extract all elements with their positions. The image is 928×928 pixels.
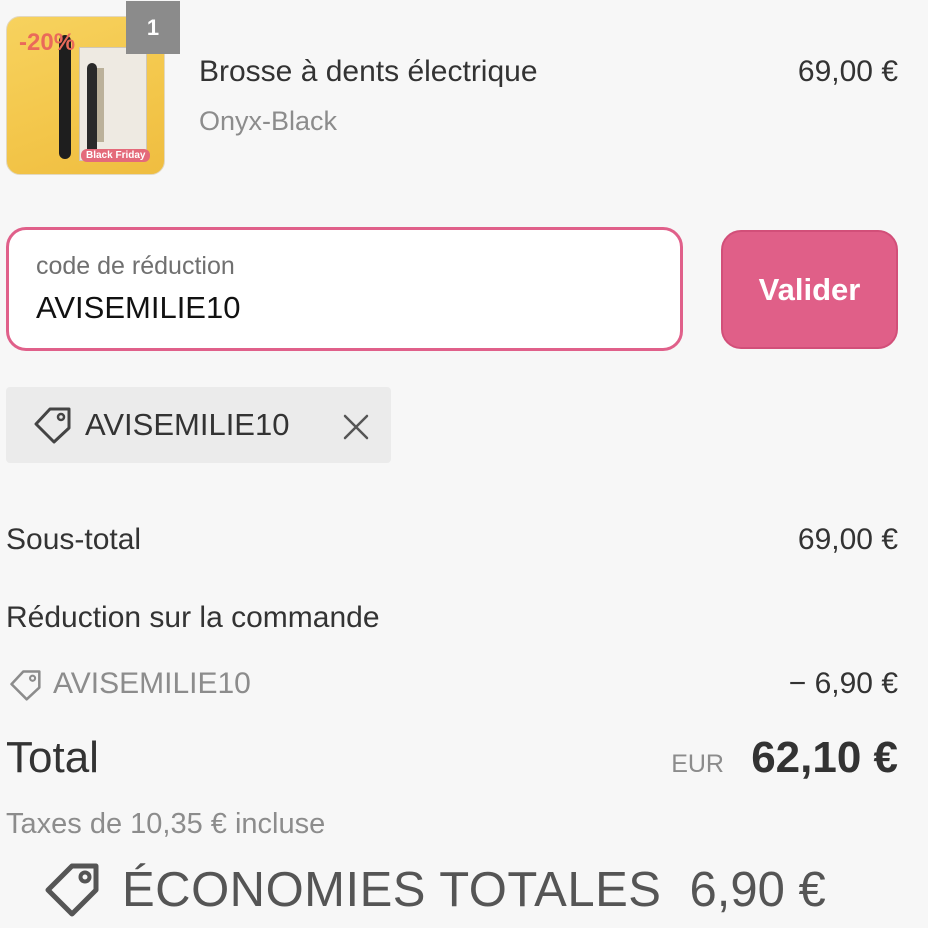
subtotal-value: 69,00 € [797,523,898,556]
black-friday-badge: Black Friday [81,149,151,162]
tag-icon [8,669,42,706]
product-price: 69,00 € [797,55,898,88]
tag-icon [32,406,72,449]
product-variant: Onyx-Black [199,106,338,136]
discount-code-label: code de réduction [36,252,235,280]
order-reduction-label: Réduction sur la commande [6,601,380,634]
total-savings: ÉCONOMIES TOTALES 6,90 € [44,860,826,920]
discount-code-input[interactable]: AVISEMILIE10 [36,290,240,326]
reduction-value: − 6,90 € [788,667,898,700]
applied-discount-chip: AVISEMILIE10 [6,387,391,463]
savings-tag-icon [44,860,104,920]
discount-code-field[interactable]: code de réduction AVISEMILIE10 [6,227,683,351]
toothbrush-graphic-2 [87,63,97,161]
subtotal-label: Sous-total [6,523,142,556]
currency-code: EUR [671,750,724,778]
reduction-code: AVISEMILIE10 [53,667,251,700]
total-label: Total [6,733,99,782]
total-savings-value: 6,90 € [689,863,826,917]
total-savings-label: ÉCONOMIES TOTALES [122,863,662,917]
total-value: 62,10 € [751,733,898,782]
quantity-badge: 1 [126,1,180,54]
validate-button[interactable]: Valider [721,230,898,349]
close-icon[interactable] [340,411,372,448]
applied-code-text: AVISEMILIE10 [85,407,290,442]
order-summary: -20% Black Friday 1 Brosse à dents élect… [0,0,928,928]
product-name: Brosse à dents électrique [199,55,538,88]
taxes-note: Taxes de 10,35 € incluse [6,808,326,840]
promo-tag: -20% [19,29,76,56]
